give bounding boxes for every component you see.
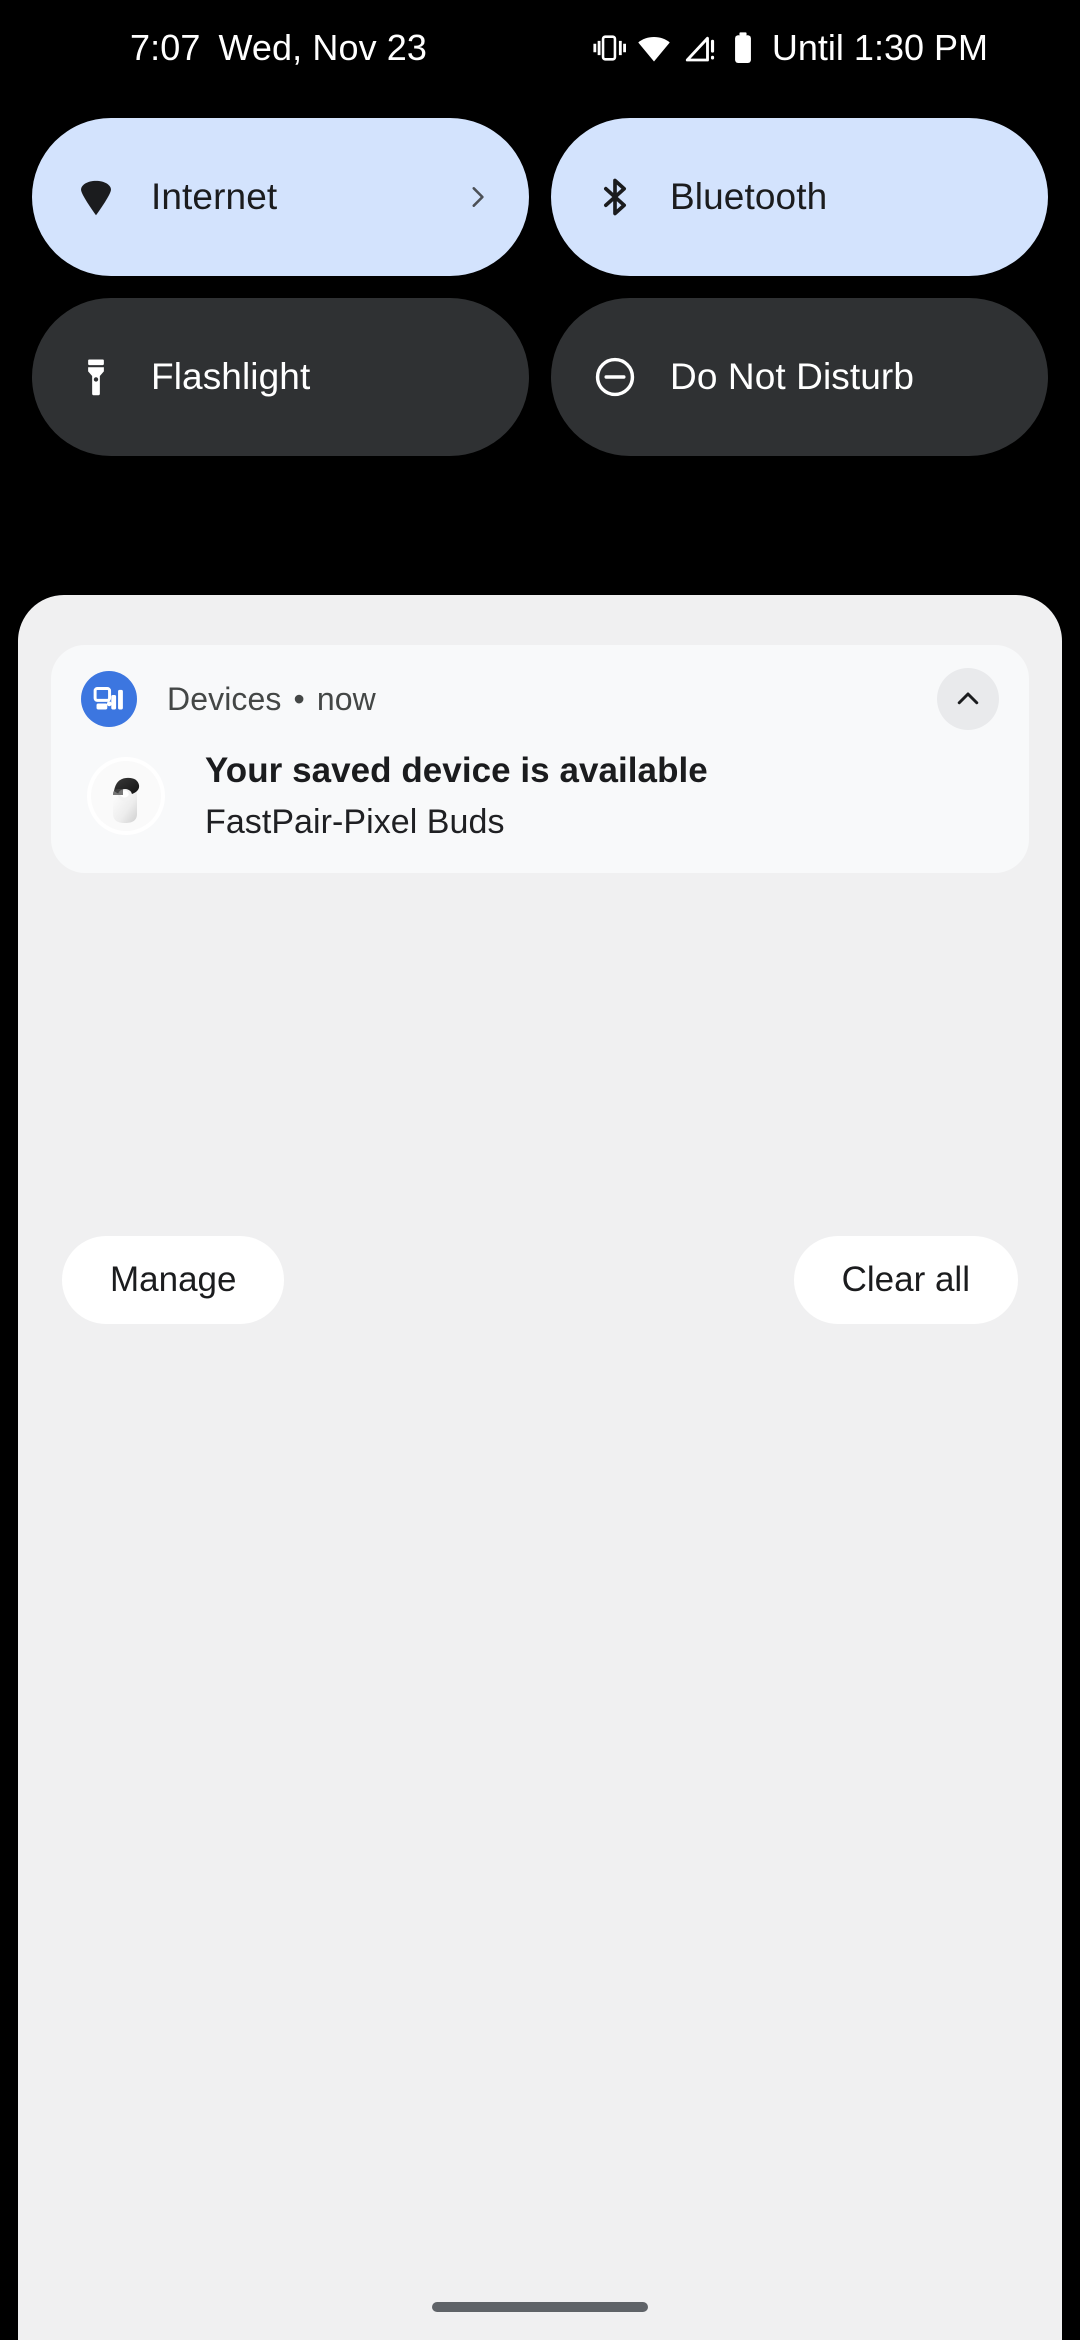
qs-tile-do-not-disturb[interactable]: Do Not Disturb — [551, 298, 1048, 456]
manage-button[interactable]: Manage — [62, 1236, 285, 1324]
notification-shade: Devices • now Your saved device is avail… — [18, 595, 1062, 2340]
notification-title: Your saved device is available — [205, 751, 708, 790]
status-bar-date: Wed, Nov 23 — [218, 27, 428, 68]
status-bar-right: Until 1:30 PM — [592, 27, 988, 69]
wifi-icon — [636, 30, 672, 66]
bluetooth-icon — [591, 173, 639, 221]
status-bar: 7:07 Wed, Nov 23 Until 1:30 PM — [0, 0, 1080, 96]
battery-icon — [728, 31, 758, 65]
chevron-right-icon[interactable] — [463, 183, 491, 211]
notification-time: now — [316, 680, 376, 717]
qs-tile-label: Internet — [151, 176, 278, 217]
qs-tile-label: Bluetooth — [670, 176, 828, 217]
shade-action-row: Manage Clear all — [18, 1236, 1062, 1324]
home-gesture-bar[interactable] — [432, 2302, 648, 2312]
vibrate-icon — [592, 31, 626, 65]
qs-tile-internet[interactable]: Internet — [32, 118, 529, 276]
do-not-disturb-icon — [591, 353, 639, 401]
qs-tile-bluetooth[interactable]: Bluetooth — [551, 118, 1048, 276]
wifi-icon — [72, 173, 120, 221]
notification-source-label: Devices — [167, 680, 282, 717]
quick-settings-grid: Internet Bluetooth Flashlight Do Not Dis… — [0, 118, 1080, 456]
status-bar-clock: 7:07 — [130, 27, 201, 68]
qs-tile-flashlight[interactable]: Flashlight — [32, 298, 529, 456]
qs-tile-label: Flashlight — [151, 356, 311, 397]
qs-tile-label: Do Not Disturb — [670, 356, 915, 397]
clear-all-button[interactable]: Clear all — [793, 1236, 1018, 1324]
status-bar-left: 7:07 Wed, Nov 23 — [130, 27, 427, 69]
notification-body: Your saved device is available FastPair-… — [81, 749, 999, 843]
flashlight-icon — [72, 353, 120, 401]
notification-subtitle: FastPair-Pixel Buds — [205, 802, 505, 841]
notification-card[interactable]: Devices • now Your saved device is avail… — [51, 645, 1029, 874]
notification-header: Devices • now — [81, 668, 999, 730]
pixel-buds-case-image — [87, 757, 165, 836]
notification-text: Your saved device is available FastPair-… — [205, 749, 708, 843]
cellular-no-sim-icon — [682, 30, 718, 66]
notification-separator: • — [293, 680, 305, 717]
notification-collapse-button[interactable] — [937, 668, 999, 730]
devices-icon — [81, 671, 137, 727]
dnd-until-label: Until 1:30 PM — [771, 27, 988, 68]
